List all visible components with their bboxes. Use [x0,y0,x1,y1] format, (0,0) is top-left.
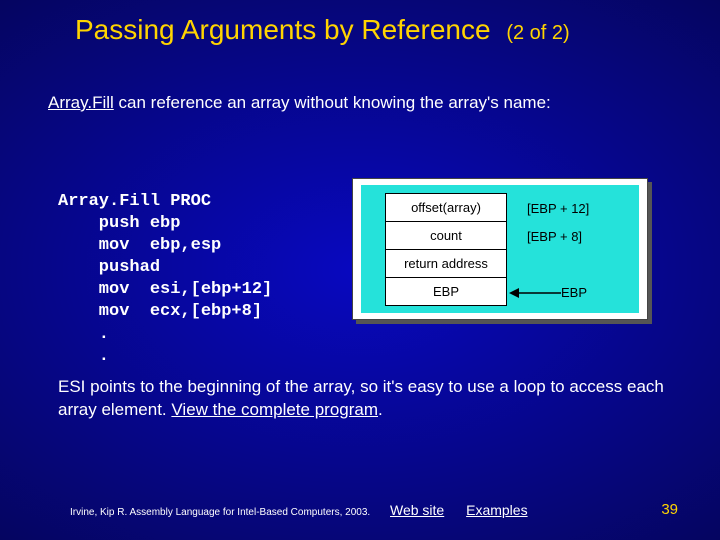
outro-text: ESI points to the beginning of the array… [58,376,672,422]
stack-cell: EBP [385,277,507,306]
code-block: Array.Fill PROC push ebp mov ebp,esp pus… [58,191,272,368]
stack-annotation: [EBP + 8] [527,229,582,244]
intro-text: Array.Fill can reference an array withou… [48,92,672,115]
stack-diagram-bg: offset(array) count return address EBP [… [361,185,639,313]
stack-annotation: [EBP + 12] [527,201,589,216]
stack-diagram: offset(array) count return address EBP [… [352,178,648,320]
stack-cell: count [385,221,507,249]
slide-number: 39 [661,501,678,518]
stack-cell: offset(array) [385,193,507,221]
footer-links: Web site Examples [390,502,546,518]
title-main: Passing Arguments by Reference [75,14,491,45]
outro-post: . [378,400,383,419]
intro-procname: Array.Fill [48,93,114,112]
website-link[interactable]: Web site [390,502,444,518]
title-sub: (2 of 2) [506,22,569,44]
footer-citation: Irvine, Kip R. Assembly Language for Int… [70,507,370,518]
pointer-arrow-icon [509,286,561,300]
slide-title: Passing Arguments by Reference (2 of 2) [75,14,680,46]
intro-rest: can reference an array without knowing t… [114,93,551,112]
stack-cell: return address [385,249,507,277]
examples-link[interactable]: Examples [466,502,527,518]
stack-cells: offset(array) count return address EBP [385,193,507,306]
stack-pointer-label: EBP [561,285,587,300]
view-program-link[interactable]: View the complete program [171,400,378,419]
